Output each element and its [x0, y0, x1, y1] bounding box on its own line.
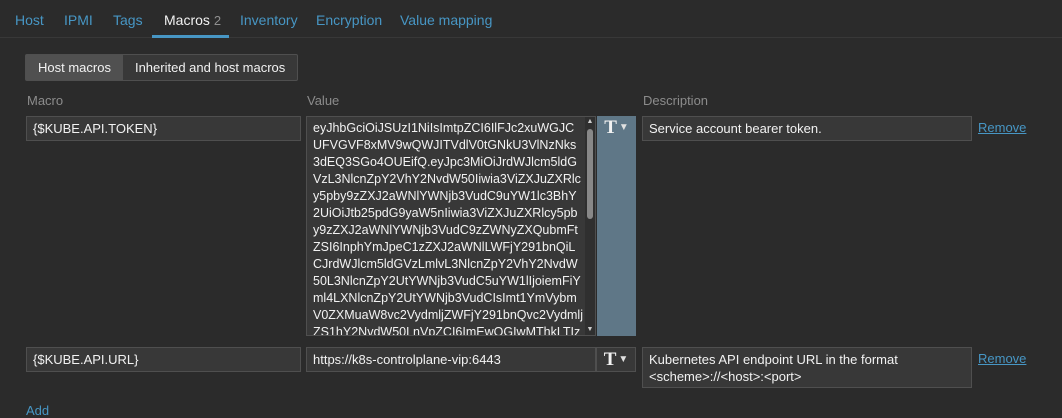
scroll-up-arrow-icon[interactable]: ▲ — [585, 117, 595, 127]
chevron-down-icon: ▼ — [618, 122, 629, 133]
tab-value-mapping-label: Value mapping — [400, 12, 493, 28]
value-type-dropdown[interactable]: T ▼ — [597, 116, 636, 336]
chevron-down-icon: ▼ — [618, 353, 629, 365]
subtab-inherited-host-macros[interactable]: Inherited and host macros — [123, 55, 297, 80]
macros-count-badge: 2 — [213, 13, 222, 28]
scroll-thumb[interactable] — [587, 129, 593, 219]
tab-tags-label: Tags — [113, 12, 143, 28]
remove-link[interactable]: Remove — [978, 351, 1026, 366]
macro-value-input[interactable]: https://k8s-controlplane-vip:6443 — [306, 347, 596, 372]
tab-tags[interactable]: Tags — [113, 0, 143, 38]
macro-name-input[interactable]: {$KUBE.API.URL} — [26, 347, 301, 372]
tab-macros[interactable]: Macros 2 — [152, 0, 229, 38]
value-column-header: Value — [307, 93, 340, 108]
text-type-icon: T — [604, 117, 617, 138]
macro-column-header: Macro — [27, 93, 64, 108]
tab-encryption-label: Encryption — [316, 12, 383, 28]
tab-encryption[interactable]: Encryption — [316, 0, 382, 38]
tab-ipmi[interactable]: IPMI — [64, 0, 93, 38]
macro-value-textarea[interactable]: eyJhbGciOiJSUzI1NiIsImtpZCI6IlFJc2xuWGJC… — [306, 116, 596, 336]
tab-host-label: Host — [15, 12, 44, 28]
macro-subtabs: Host macros Inherited and host macros — [25, 54, 299, 81]
subtab-host-macros[interactable]: Host macros — [26, 55, 123, 80]
macro-description-input[interactable]: Service account bearer token. — [642, 116, 972, 141]
macro-description-input[interactable]: Kubernetes API endpoint URL in the forma… — [642, 347, 972, 388]
text-type-icon: T — [603, 348, 617, 370]
remove-link[interactable]: Remove — [978, 120, 1026, 135]
value-scrollbar[interactable]: ▲ ▼ — [585, 117, 595, 335]
tab-host[interactable]: Host — [15, 0, 44, 38]
tab-value-mapping[interactable]: Value mapping — [400, 0, 492, 38]
tab-macros-label: Macros — [164, 12, 210, 28]
tab-inventory[interactable]: Inventory — [240, 0, 298, 38]
host-edit-form: Host IPMI Tags Macros 2 Inventory Encrypt… — [0, 0, 1062, 418]
tab-bar: Host IPMI Tags Macros 2 Inventory Encrypt… — [0, 0, 1062, 38]
tab-inventory-label: Inventory — [240, 12, 298, 28]
add-macro-link[interactable]: Add — [26, 403, 49, 418]
macro-name-input[interactable]: {$KUBE.API.TOKEN} — [26, 116, 301, 141]
scroll-down-arrow-icon[interactable]: ▼ — [585, 325, 595, 335]
value-type-dropdown[interactable]: T ▼ — [596, 347, 636, 372]
description-column-header: Description — [643, 93, 709, 108]
macro-value-text: eyJhbGciOiJSUzI1NiIsImtpZCI6IlFJc2xuWGJC… — [313, 121, 583, 336]
tab-ipmi-label: IPMI — [64, 12, 93, 28]
